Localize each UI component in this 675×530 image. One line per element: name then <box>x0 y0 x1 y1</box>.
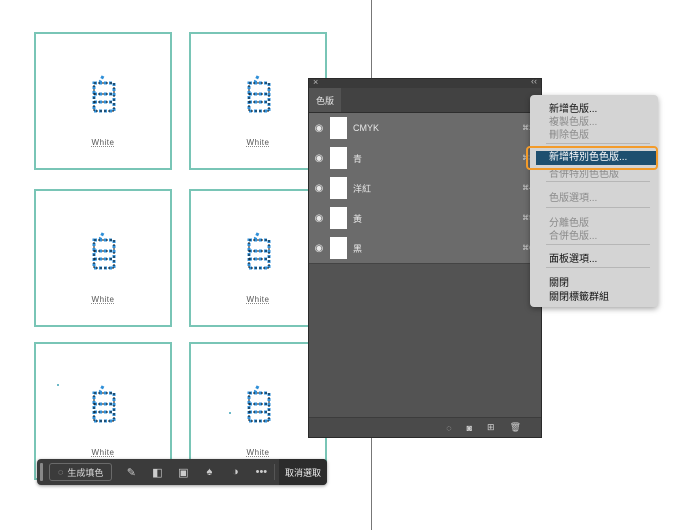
panel-footer: ◌ ◙ ⊞ 🗑︎ <box>309 417 541 437</box>
selection-speck <box>229 412 231 414</box>
drag-handle[interactable] <box>40 463 43 481</box>
glyph-bai-selection <box>92 232 116 270</box>
menu-divider <box>546 143 650 144</box>
trash-icon[interactable]: 🗑︎ <box>510 422 521 433</box>
card-word: White <box>246 295 270 304</box>
menu-divider <box>546 181 650 182</box>
card-word: White <box>91 295 115 304</box>
menu-divider <box>546 207 650 208</box>
panel-tab-bar: 色版 ≡ <box>309 88 541 113</box>
glyph-bai-selection <box>247 385 271 423</box>
eye-icon[interactable]: ◉ <box>309 183 329 194</box>
adjustment-icon[interactable]: ◑ <box>222 459 248 485</box>
eye-icon[interactable]: ◉ <box>309 153 329 164</box>
eye-icon[interactable]: ◉ <box>309 123 329 134</box>
channel-row-yellow[interactable]: ◉ 黃 ⌘5 <box>309 203 541 234</box>
channel-row-black[interactable]: ◉ 黑 ⌘6 <box>309 233 541 264</box>
artwork-card: White <box>189 189 327 327</box>
card-word: White <box>246 138 270 147</box>
fill-bucket-icon[interactable]: ♠ <box>196 459 222 485</box>
card-word: White <box>246 448 270 457</box>
generate-fill-button[interactable]: ◌ 生成填色 <box>49 463 113 481</box>
channel-thumbnail <box>330 117 347 139</box>
collapse-icon[interactable]: ‹‹ <box>531 76 537 86</box>
card-word: White <box>91 448 115 457</box>
menu-divider <box>546 267 650 268</box>
card-word: White <box>91 138 115 147</box>
artwork-card: White <box>34 32 172 170</box>
menu-item-delete-channel[interactable]: 刪除色版 <box>549 126 589 141</box>
eye-icon[interactable]: ◉ <box>309 243 329 254</box>
callout-highlight-ring <box>526 146 658 170</box>
load-selection-icon[interactable]: ◌ <box>446 423 451 433</box>
transform-icon[interactable]: ◧ <box>144 459 170 485</box>
channel-name: 洋紅 <box>353 183 372 194</box>
generate-fill-label: 生成填色 <box>67 467 104 478</box>
save-selection-icon[interactable]: ◙ <box>467 423 472 433</box>
menu-item-merge-channels[interactable]: 合併色版... <box>549 227 597 242</box>
channel-row-cyan[interactable]: ◉ 青 ⌘3 <box>309 143 541 174</box>
menu-item-channel-options[interactable]: 色版選項... <box>549 189 597 204</box>
eye-icon[interactable]: ◉ <box>309 213 329 224</box>
channel-row-magenta[interactable]: ◉ 洋紅 ⌘4 <box>309 173 541 204</box>
more-options-button[interactable]: ••• <box>248 459 274 485</box>
toolbar-divider <box>274 464 276 480</box>
channel-row-cmyk[interactable]: ◉ CMYK ⌘2 <box>309 113 541 144</box>
artwork-card: White <box>189 32 327 170</box>
contextual-task-bar: ◌ 生成填色 ✎ ◧ ▣ ♠ ◑ ••• 取消選取 <box>37 459 327 485</box>
channel-name: 黑 <box>353 243 363 254</box>
menu-item-panel-options[interactable]: 面板選項... <box>549 250 597 265</box>
selection-speck <box>57 384 59 386</box>
channel-name: 黃 <box>353 213 363 224</box>
channels-panel: × ‹‹ 色版 ≡ ◉ CMYK ⌘2 ◉ 青 ⌘3 ◉ 洋紅 ⌘4 ◉ 黃 ⌘… <box>308 76 542 438</box>
mask-icon[interactable]: ▣ <box>170 459 196 485</box>
channel-thumbnail <box>330 237 347 259</box>
sparkle-icon: ◌ <box>58 467 64 477</box>
menu-item-close-tab-group[interactable]: 關閉標籤群組 <box>549 288 609 303</box>
new-channel-icon[interactable]: ⊞ <box>487 422 495 433</box>
channel-name: 青 <box>353 153 363 164</box>
channel-thumbnail <box>330 207 347 229</box>
glyph-bai-selection <box>92 75 116 113</box>
glyph-bai-selection <box>247 232 271 270</box>
channel-thumbnail <box>330 177 347 199</box>
tab-channels[interactable]: 色版 <box>309 88 341 112</box>
glyph-bai-selection <box>92 385 116 423</box>
close-icon[interactable]: × <box>313 77 318 87</box>
deselect-button[interactable]: 取消選取 <box>278 459 327 485</box>
channel-name: CMYK <box>353 123 380 133</box>
glyph-bai-selection <box>247 75 271 113</box>
panel-title-strip: × ‹‹ <box>309 76 541 88</box>
menu-item-close[interactable]: 關閉 <box>549 274 569 289</box>
channel-thumbnail <box>330 147 347 169</box>
brush-icon[interactable]: ✎ <box>118 459 144 485</box>
menu-divider <box>546 244 650 245</box>
channels-flyout-menu: 新增色版... 複製色版... 刪除色版 新增特別色色版... 合併特別色色版 … <box>530 95 658 307</box>
artwork-card: White <box>34 189 172 327</box>
